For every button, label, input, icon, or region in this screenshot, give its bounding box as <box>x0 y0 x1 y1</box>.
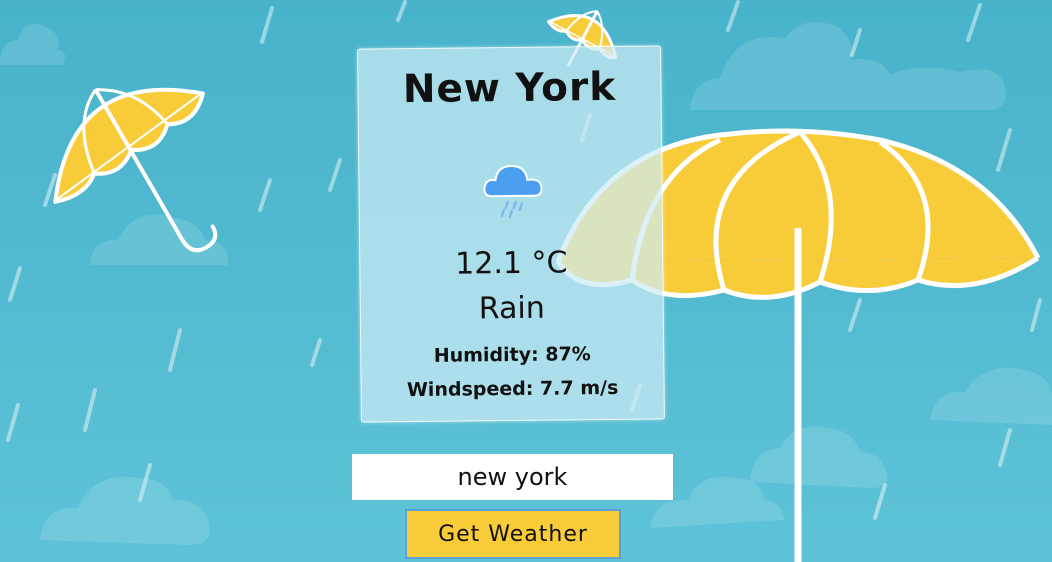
city-name: New York <box>402 64 617 113</box>
get-weather-button[interactable]: Get Weather <box>405 509 621 559</box>
humidity-value: Humidity: 87% <box>433 343 591 367</box>
weather-card: New York 12.1 °C Rain Humidity: 87% Wind… <box>357 45 665 423</box>
weather-condition: Rain <box>478 290 545 327</box>
rain-cloud-icon <box>483 164 543 219</box>
temperature-value: 12.1 °C <box>454 245 568 282</box>
city-search-input[interactable] <box>352 454 673 500</box>
windspeed-value: Windspeed: 7.7 m/s <box>406 376 619 402</box>
